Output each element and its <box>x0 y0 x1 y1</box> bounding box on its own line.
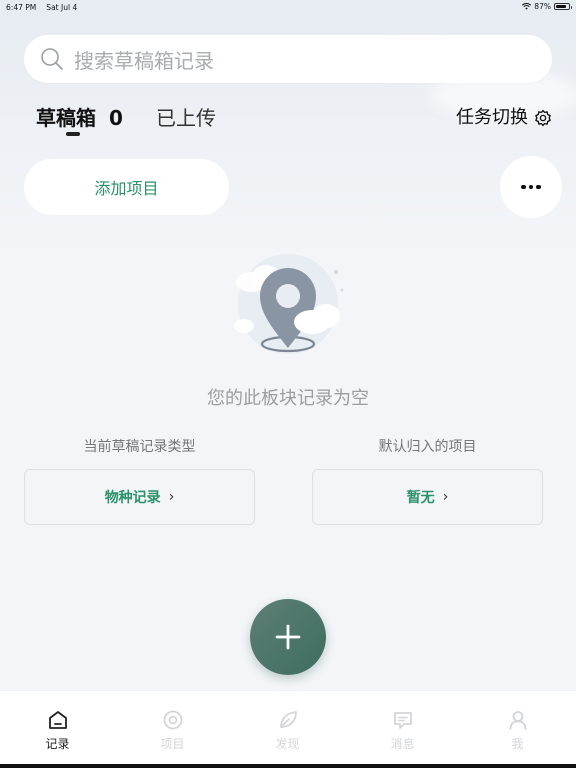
nav-item-records[interactable]: 记录 <box>0 691 115 765</box>
search-icon <box>41 48 63 70</box>
home-indicator <box>0 764 576 768</box>
tab-uploaded[interactable]: 已上传 <box>156 105 216 131</box>
battery-fill <box>556 5 567 8</box>
nav-item-discover[interactable]: 发现 <box>230 691 345 765</box>
empty-location-illustration <box>234 254 344 354</box>
add-project-button[interactable]: 添加项目 <box>24 159 229 215</box>
default-project-label: 默认归入的项目 <box>378 439 477 455</box>
message-icon <box>393 712 412 729</box>
target-icon <box>163 710 182 730</box>
wifi-icon <box>522 3 532 10</box>
nav-item-messages[interactable]: 消息 <box>345 691 460 765</box>
record-type-label: 当前草稿记录类型 <box>83 439 196 455</box>
battery-icon <box>554 3 572 10</box>
status-date: Sat Jul 4 <box>46 2 78 12</box>
tab-drafts[interactable]: 草稿箱 0 <box>36 105 123 131</box>
home-icon <box>48 711 67 729</box>
nav-label: 记录 <box>45 737 70 751</box>
nav-label: 发现 <box>275 737 300 751</box>
default-project-value: 暂无 <box>406 490 435 506</box>
nav-label: 我 <box>511 737 524 751</box>
gear-icon <box>535 109 551 127</box>
status-time: 6:47 PM <box>6 2 37 12</box>
nav-item-me[interactable]: 我 <box>460 691 575 765</box>
default-project-selector[interactable]: 暂无 › <box>312 469 543 525</box>
record-type-value: 物种记录 <box>104 490 161 506</box>
nav-label: 消息 <box>390 737 415 751</box>
add-record-button[interactable] <box>250 599 326 675</box>
nav-item-projects[interactable]: 项目 <box>115 691 230 765</box>
search-input[interactable]: 搜索草稿箱记录 <box>74 45 214 74</box>
battery-percent: 87% <box>534 2 551 11</box>
task-switch-button[interactable]: 任务切换 <box>456 105 552 131</box>
bottom-nav: 记录 项目 发现 消息 我 <box>0 690 576 764</box>
leaf-icon <box>279 711 297 728</box>
plus-icon <box>275 624 301 650</box>
status-bar: 6:47 PM Sat Jul 4 87% <box>0 0 576 14</box>
tab-drafts-count: 0 <box>108 106 123 130</box>
chevron-right-icon: › <box>168 489 175 505</box>
user-icon <box>509 711 526 730</box>
tab-bar: 草稿箱 0 已上传 任务切换 <box>36 105 552 137</box>
record-type-selector[interactable]: 物种记录 › <box>24 469 255 525</box>
active-tab-indicator <box>66 132 80 136</box>
empty-state-message: 您的此板块记录为空 <box>207 388 369 409</box>
task-switch-label: 任务切换 <box>456 107 528 128</box>
more-icon <box>521 184 541 190</box>
chevron-right-icon: › <box>442 489 449 505</box>
tab-drafts-label: 草稿箱 <box>36 106 96 130</box>
search-bar[interactable]: 搜索草稿箱记录 <box>24 35 552 83</box>
nav-label: 项目 <box>160 737 185 751</box>
more-button[interactable] <box>500 156 562 218</box>
